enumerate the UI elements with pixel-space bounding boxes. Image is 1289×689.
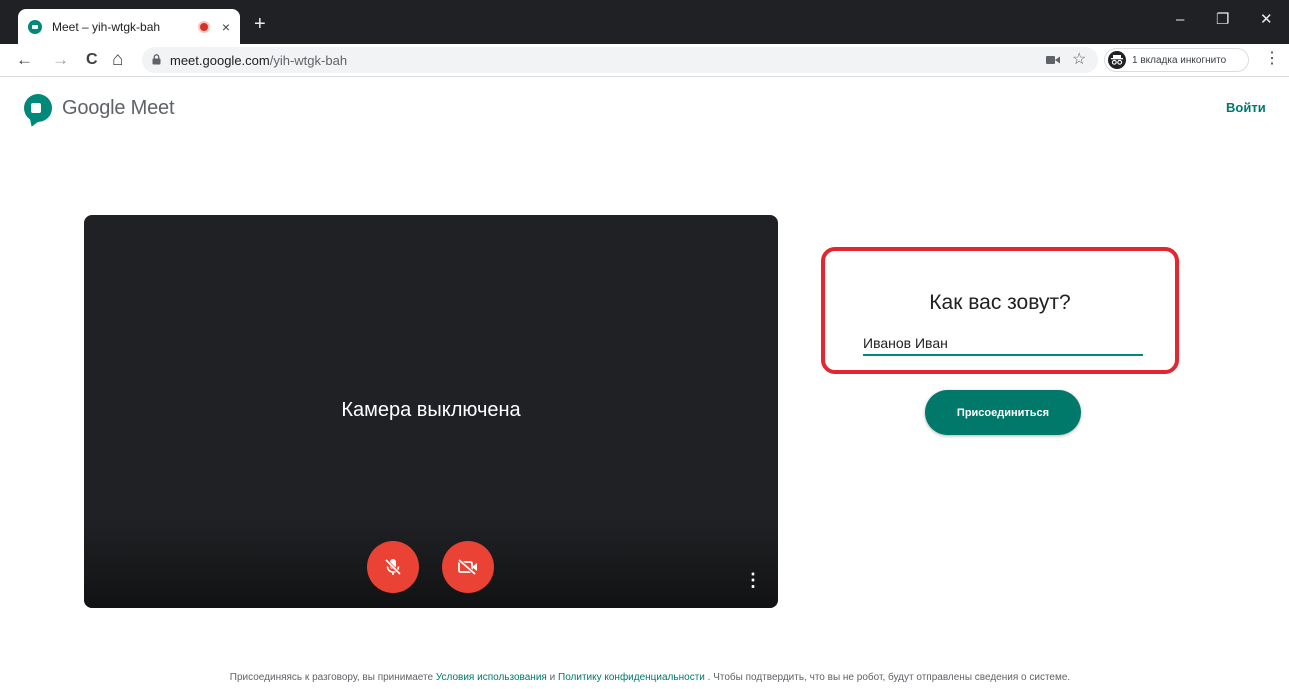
bookmark-star-icon[interactable]: ☆ [1072, 50, 1086, 70]
browser-tab[interactable]: Meet – yih-wtgk-bah × [18, 9, 240, 44]
footer-legal-text: Присоединяясь к разговору, вы принимаете… [229, 672, 1071, 683]
meet-favicon-icon [28, 19, 42, 34]
mic-off-icon [384, 558, 402, 576]
camera-toggle-button[interactable] [442, 541, 494, 593]
back-button[interactable]: ← [16, 50, 33, 70]
name-prompt: Как вас зовут? [929, 291, 1071, 314]
reload-button[interactable]: C [86, 50, 98, 70]
browser-toolbar: ← → C ⌂ meet.google.com/yih-wtgk-bah ☆ 1… [0, 44, 1289, 77]
camera-status-text: Камера выключена [341, 399, 521, 421]
url-text: meet.google.com/yih-wtgk-bah [170, 53, 348, 68]
forward-button[interactable]: → [52, 50, 69, 70]
logo-text: Google Meet [62, 96, 175, 119]
terms-link[interactable]: Условия использования [436, 672, 547, 683]
sign-in-link[interactable]: Войти [1226, 100, 1266, 115]
camera-preview: Камера выключена ⋮ [84, 215, 778, 608]
incognito-indicator[interactable]: 1 вкладка инкогнито [1104, 48, 1249, 72]
home-button[interactable]: ⌂ [112, 50, 123, 70]
incognito-label: 1 вкладка инкогнито [1132, 54, 1227, 66]
videocam-off-icon [457, 558, 477, 576]
minimize-button[interactable]: – [1176, 12, 1184, 27]
close-window-button[interactable]: ✕ [1260, 12, 1273, 27]
tab-title: Meet – yih-wtgk-bah [52, 19, 161, 34]
tab-close-icon[interactable]: × [222, 20, 230, 34]
name-entry-highlight: Как вас зовут? [821, 247, 1179, 374]
incognito-icon [1108, 51, 1126, 69]
browser-titlebar: Meet – yih-wtgk-bah × + – ❐ ✕ [0, 0, 1289, 44]
address-bar[interactable]: meet.google.com/yih-wtgk-bah ☆ [142, 47, 1098, 73]
google-meet-logo: Google Meet [24, 94, 175, 122]
meet-logo-icon [24, 94, 52, 122]
join-button[interactable]: Присоединиться [925, 390, 1081, 435]
new-tab-button[interactable]: + [254, 14, 266, 34]
browser-menu-icon[interactable]: ⋮ [1264, 49, 1280, 69]
more-options-icon[interactable]: ⋮ [744, 571, 762, 589]
lock-icon [152, 54, 161, 65]
recording-indicator-icon [199, 22, 208, 31]
camera-blocked-icon[interactable] [1046, 55, 1060, 65]
name-input[interactable] [863, 332, 1143, 356]
mic-toggle-button[interactable] [367, 541, 419, 593]
privacy-link[interactable]: Политику конфиденциальности [558, 672, 705, 683]
restore-button[interactable]: ❐ [1216, 12, 1229, 27]
